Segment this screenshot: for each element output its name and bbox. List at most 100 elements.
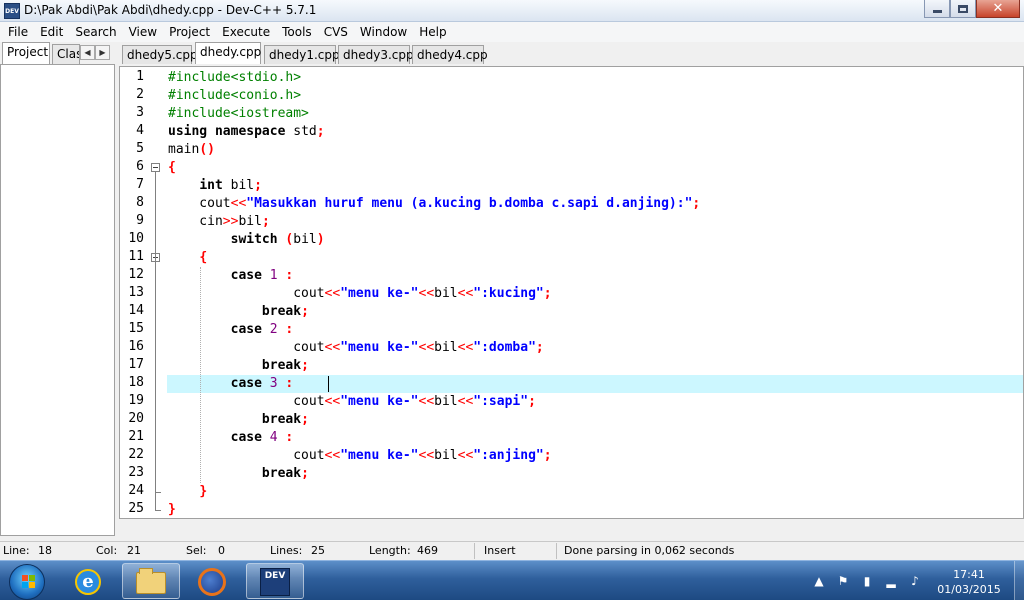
tab-scroll-right-icon[interactable]: ▶ [95, 45, 110, 60]
menu-execute[interactable]: Execute [216, 25, 276, 39]
taskbar-devcpp-button[interactable]: DEV [246, 563, 304, 599]
text-caret [328, 376, 329, 392]
code-line[interactable]: } [168, 501, 176, 518]
start-button[interactable] [4, 562, 50, 600]
line-number: 3 [136, 105, 144, 120]
code-line[interactable]: break; [168, 411, 309, 429]
taskbar-ie-button[interactable]: e [61, 563, 119, 599]
minimize-button[interactable] [924, 0, 950, 18]
fold-margin [147, 67, 165, 518]
show-hidden-icons-icon[interactable]: ▲ [812, 574, 826, 588]
devcpp-app-icon[interactable]: DEV [4, 3, 20, 19]
window-controls: ✕ [924, 0, 1020, 18]
maximize-button[interactable] [950, 0, 976, 18]
code-line[interactable]: int bil; [168, 177, 262, 195]
code-line[interactable]: { [168, 249, 207, 267]
menu-window[interactable]: Window [354, 25, 413, 39]
code-line[interactable]: cout<<"Masukkan huruf menu (a.kucing b.d… [168, 195, 700, 213]
code-line[interactable]: #include<stdio.h> [168, 69, 301, 87]
close-button[interactable]: ✕ [976, 0, 1020, 18]
menu-help[interactable]: Help [413, 25, 452, 39]
fold-end-marker [155, 492, 161, 493]
code-line[interactable]: cout<<"menu ke-"<<bil<<":anjing"; [168, 447, 551, 465]
code-editor[interactable]: 1 #include<stdio.h> 2 #include<conio.h> 3 #in… [119, 66, 1024, 519]
panel-tab-scroller: ◀ ▶ [80, 45, 110, 60]
file-tab-dhedy[interactable]: dhedy.cpp [195, 42, 261, 64]
maximize-icon [958, 4, 968, 13]
file-tab-dhedy5[interactable]: dhedy5.cpp [122, 45, 198, 64]
menu-tools[interactable]: Tools [276, 25, 318, 39]
folder-icon [136, 568, 166, 594]
tab-row: Project Clas ◀ ▶ dhedy5.cpp dhedy.cpp dh… [0, 42, 1024, 64]
code-line[interactable]: main() [168, 141, 215, 159]
code-line[interactable]: { [168, 159, 176, 177]
tab-project[interactable]: Project [2, 42, 50, 64]
taskbar-firefox-button[interactable] [184, 563, 242, 599]
line-number: 6 [136, 159, 144, 174]
code-line[interactable]: cin>>bil; [168, 213, 269, 231]
menu-bar: File Edit Search View Project Execute To… [0, 22, 1024, 42]
code-line[interactable]: cout<<"menu ke-"<<bil<<":domba"; [168, 339, 544, 357]
firefox-icon [198, 568, 226, 596]
line-number: 21 [128, 429, 144, 444]
line-number: 18 [128, 375, 144, 390]
code-line[interactable]: using namespace std; [168, 123, 325, 141]
code-line[interactable]: } [168, 483, 207, 501]
code-line[interactable]: break; [168, 465, 309, 483]
status-line-value: 18 [38, 544, 52, 557]
menu-search[interactable]: Search [69, 25, 122, 39]
code-line[interactable]: case 2 : [168, 321, 294, 339]
line-number: 23 [128, 465, 144, 480]
volume-icon[interactable]: ♪ [908, 574, 922, 588]
code-line[interactable]: break; [168, 303, 309, 321]
line-number: 7 [136, 177, 144, 192]
code-line[interactable]: #include<iostream> [168, 105, 309, 123]
status-sel-label: Sel: [186, 544, 207, 557]
line-number: 10 [128, 231, 144, 246]
code-line[interactable]: switch (bil) [168, 231, 325, 249]
line-number: 25 [128, 501, 144, 516]
show-desktop-button[interactable] [1014, 561, 1024, 600]
project-panel[interactable] [0, 64, 115, 536]
status-bar: Line: 18 Col: 21 Sel: 0 Lines: 25 Length… [0, 541, 1024, 560]
status-divider [474, 543, 475, 559]
file-tab-dhedy3[interactable]: dhedy3.cpp [338, 45, 414, 64]
current-line-highlight [167, 375, 1023, 393]
menu-edit[interactable]: Edit [34, 25, 69, 39]
code-line[interactable]: case 1 : [168, 267, 294, 285]
file-tab-dhedy1[interactable]: dhedy1.cpp [264, 45, 340, 64]
line-number: 4 [136, 123, 144, 138]
code-line[interactable]: case 4 : [168, 429, 294, 447]
line-number: 5 [136, 141, 144, 156]
windows-taskbar: e DEV ▲ ⚑ ▮ ▂ ♪ 17:41 01/03/2015 [0, 560, 1024, 600]
status-sel-value: 0 [218, 544, 225, 557]
system-tray: ▲ ⚑ ▮ ▂ ♪ [810, 561, 930, 600]
network-signal-icon[interactable]: ▂ [884, 574, 898, 588]
line-number: 16 [128, 339, 144, 354]
taskbar-clock[interactable]: 17:41 01/03/2015 [932, 567, 1006, 597]
tab-classes[interactable]: Clas [52, 44, 80, 64]
status-col-label: Col: [96, 544, 118, 557]
line-number: 13 [128, 285, 144, 300]
code-line[interactable]: #include<conio.h> [168, 87, 301, 105]
code-line[interactable]: break; [168, 357, 309, 375]
code-line[interactable]: case 3 : [168, 375, 294, 393]
status-message: Done parsing in 0,062 seconds [564, 544, 735, 557]
code-line[interactable]: cout<<"menu ke-"<<bil<<":sapi"; [168, 393, 536, 411]
action-center-flag-icon[interactable]: ⚑ [836, 574, 850, 588]
menu-cvs[interactable]: CVS [318, 25, 354, 39]
menu-file[interactable]: File [2, 25, 34, 39]
usb-device-icon[interactable]: ▮ [860, 574, 874, 588]
file-tab-dhedy4[interactable]: dhedy4.cpp [412, 45, 488, 64]
status-lines-label: Lines: [270, 544, 303, 557]
fold-line [155, 172, 156, 510]
menu-view[interactable]: View [123, 25, 163, 39]
taskbar-explorer-button[interactable] [122, 563, 180, 599]
line-number: 14 [128, 303, 144, 318]
code-line[interactable]: cout<<"menu ke-"<<bil<<":kucing"; [168, 285, 551, 303]
tab-scroll-left-icon[interactable]: ◀ [80, 45, 95, 60]
status-insert-mode: Insert [484, 544, 516, 557]
indent-guide [200, 267, 201, 483]
fold-toggle-icon[interactable] [151, 163, 160, 172]
menu-project[interactable]: Project [163, 25, 216, 39]
